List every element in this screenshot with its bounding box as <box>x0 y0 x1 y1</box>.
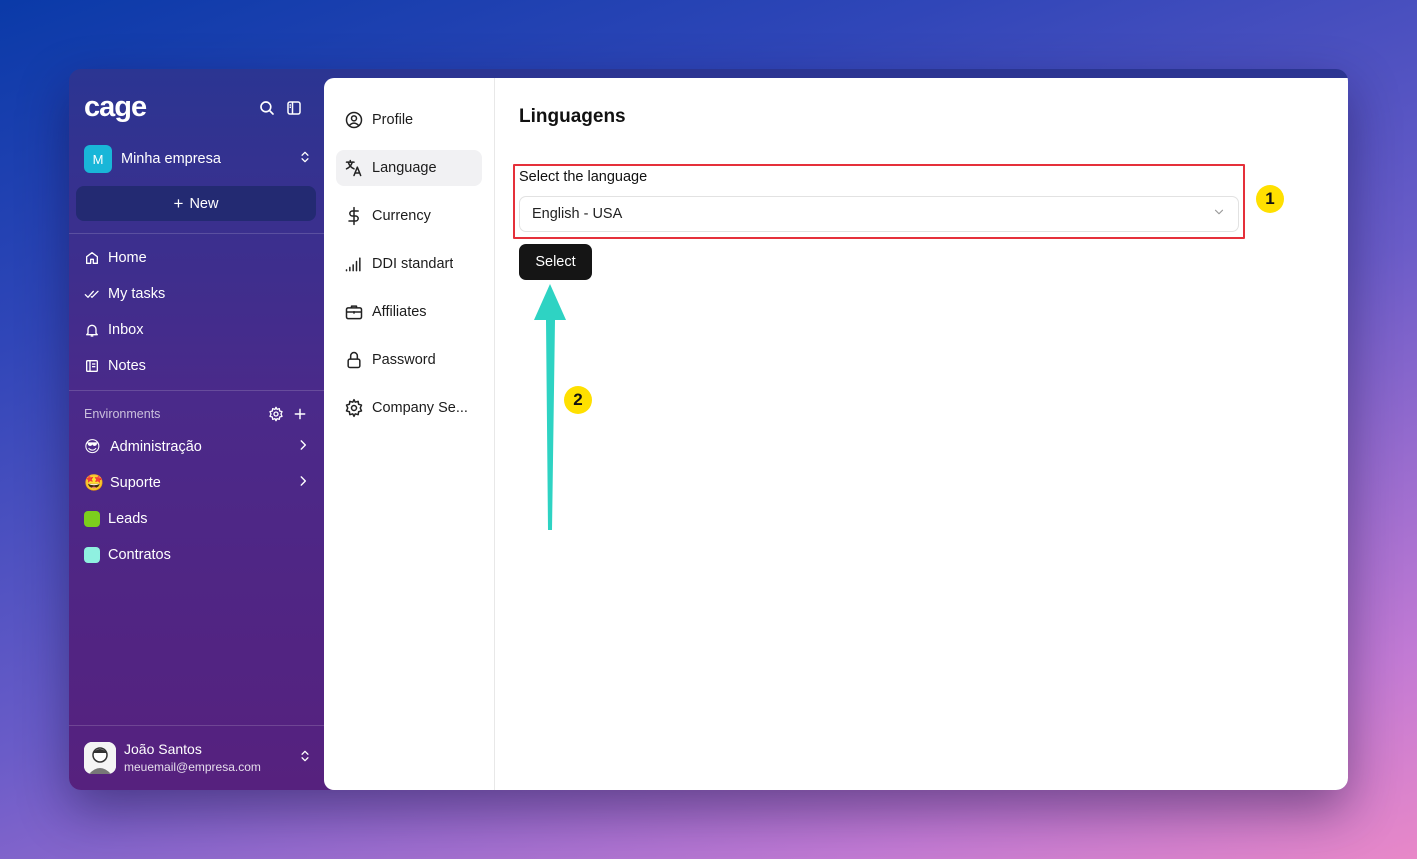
divider <box>69 725 324 726</box>
user-email: meuemail@empresa.com <box>124 759 261 774</box>
new-button-label: New <box>189 195 219 212</box>
annotation-arrow-icon <box>534 284 566 530</box>
settings-nav-label: Currency <box>372 208 431 224</box>
chevron-up-down-icon <box>298 150 312 169</box>
translate-icon <box>345 159 362 177</box>
settings-nav-label: DDI standart <box>372 256 454 272</box>
chevron-down-icon <box>1212 205 1226 223</box>
settings-nav-currency[interactable]: Currency <box>336 198 482 234</box>
briefcase-icon <box>345 305 363 320</box>
user-circle-icon <box>345 111 363 129</box>
search-icon[interactable] <box>258 99 276 117</box>
settings-nav-label: Language <box>372 160 437 176</box>
settings-nav-company[interactable]: Company Se... <box>336 390 482 426</box>
settings-nav-profile[interactable]: Profile <box>336 102 482 138</box>
settings-nav-label: Company Se... <box>372 400 468 416</box>
signal-bars-icon <box>345 257 361 272</box>
environment-item-leads[interactable]: Leads <box>84 507 310 531</box>
language-select[interactable]: English - USA <box>519 196 1239 232</box>
settings-nav-ddi[interactable]: DDI standart <box>336 246 482 282</box>
settings-nav-label: Profile <box>372 112 414 128</box>
nav-label: My tasks <box>108 286 166 302</box>
page-title: Linguagens <box>519 106 626 127</box>
nav-item-home[interactable]: Home <box>84 246 147 270</box>
avatar <box>84 742 116 774</box>
sidebar-toggle-icon[interactable] <box>285 99 303 117</box>
environment-item-administracao[interactable]: 😎 Administração <box>84 435 310 459</box>
chevron-up-down-icon <box>298 749 312 768</box>
lock-icon <box>347 351 361 369</box>
select-button[interactable]: Select <box>519 244 592 280</box>
settings-nav-label: Affiliates <box>372 304 427 320</box>
settings-nav: Profile Language Currency DDI standart A… <box>324 78 495 790</box>
divider <box>69 390 324 391</box>
color-dot-icon <box>84 511 100 527</box>
company-switcher[interactable]: M Minha empresa <box>84 145 312 173</box>
sunglasses-emoji-icon: 😎 <box>84 439 101 456</box>
notes-icon <box>86 360 98 372</box>
nav-item-my-tasks[interactable]: My tasks <box>84 282 165 306</box>
user-name: João Santos <box>124 741 202 758</box>
environment-label: Leads <box>108 511 148 527</box>
environment-label: Contratos <box>108 547 171 563</box>
company-name: Minha empresa <box>121 151 221 167</box>
divider <box>69 233 324 234</box>
environment-item-contratos[interactable]: Contratos <box>84 543 310 567</box>
plus-icon: + <box>173 194 184 213</box>
environment-label: Suporte <box>110 475 161 491</box>
settings-nav-label: Password <box>372 352 436 368</box>
color-dot-icon <box>84 547 100 563</box>
language-field-label: Select the language <box>519 169 648 185</box>
app-window: cage M Minha empresa + New Home My tasks <box>69 69 1348 790</box>
settings-nav-affiliates[interactable]: Affiliates <box>336 294 482 330</box>
environment-item-suporte[interactable]: 🤩 Suporte <box>84 471 310 495</box>
chevron-right-icon[interactable] <box>296 438 310 456</box>
gear-icon <box>345 398 363 418</box>
settings-nav-password[interactable]: Password <box>336 342 482 378</box>
dollar-icon <box>348 206 359 226</box>
app-logo: cage <box>84 91 147 123</box>
double-check-icon <box>84 290 99 298</box>
user-menu[interactable]: João Santos meuemail@empresa.com <box>84 741 312 775</box>
environments-label: Environments <box>84 407 161 421</box>
nav-item-inbox[interactable]: Inbox <box>84 318 143 342</box>
nav-label: Notes <box>108 358 146 374</box>
nav-label: Inbox <box>108 322 144 338</box>
bell-icon <box>86 324 98 337</box>
add-environment-icon[interactable] <box>292 406 308 422</box>
nav-label: Home <box>108 250 147 266</box>
environment-label: Administração <box>110 439 202 455</box>
nav-item-notes[interactable]: Notes <box>84 354 146 378</box>
new-button[interactable]: + New <box>76 186 316 221</box>
sidebar: cage M Minha empresa + New Home My tasks <box>69 69 324 790</box>
chevron-right-icon[interactable] <box>296 474 310 492</box>
annotation-badge-1: 1 <box>1256 185 1284 213</box>
gear-icon[interactable] <box>268 406 284 422</box>
settings-panel: Profile Language Currency DDI standart A… <box>324 78 1348 790</box>
language-select-value: English - USA <box>532 206 623 222</box>
company-avatar: M <box>84 145 112 173</box>
star-eyes-emoji-icon: 🤩 <box>84 475 104 492</box>
home-icon <box>86 252 98 264</box>
settings-nav-language[interactable]: Language <box>336 150 482 186</box>
